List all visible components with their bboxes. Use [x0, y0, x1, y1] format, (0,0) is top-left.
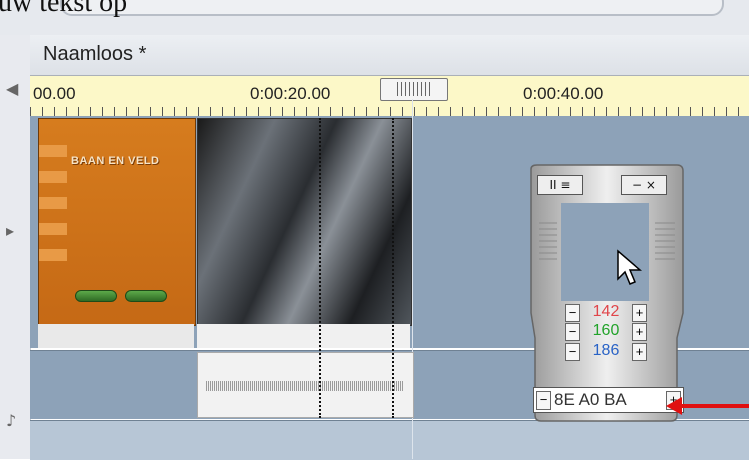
audio-clip[interactable] [197, 352, 414, 418]
title-clip-stripe [39, 249, 67, 261]
blue-channel-row: − 186 + [565, 343, 647, 361]
ruler-ticks [30, 107, 749, 116]
bottom-track[interactable] [30, 420, 749, 460]
title-clip-footer [38, 324, 194, 348]
blue-channel-value[interactable]: 186 [581, 343, 631, 359]
title-clip-stripe [39, 197, 67, 209]
color-preview-swatch [561, 203, 649, 301]
project-tab-bar: Naamloos * [30, 35, 749, 76]
green-channel-value[interactable]: 160 [581, 323, 631, 339]
title-clip-green-button [75, 290, 117, 302]
title-clip-thumbnail[interactable]: BAAN EN VELD [38, 118, 196, 326]
blue-decrease-button[interactable]: − [565, 343, 580, 361]
color-picker-widget[interactable]: II ≡ − × − 142 + − 160 + − 186 + − 8E A0… [525, 163, 690, 425]
red-channel-value[interactable]: 142 [581, 304, 631, 320]
title-clip-stripe [39, 223, 67, 235]
green-decrease-button[interactable]: − [565, 323, 580, 341]
title-clip-text: BAAN EN VELD [71, 155, 160, 167]
project-tab-title[interactable]: Naamloos * [43, 43, 146, 66]
title-clip-stripe [39, 171, 67, 183]
panel-layout-button[interactable]: II ≡ [537, 175, 583, 195]
ruler-label-start: 00.00 [33, 84, 76, 103]
cut-marker [392, 118, 394, 418]
machine-clip-footer [197, 324, 410, 348]
minimize-close-button[interactable]: − × [621, 175, 667, 195]
annotation-arrow-shaft [680, 404, 749, 408]
playhead-grip [397, 82, 431, 96]
audio-track-icon[interactable]: ♪ [6, 411, 16, 430]
caption-text: uw tekst op [0, 0, 128, 18]
hex-color-value: 8E A0 BA [554, 390, 627, 409]
green-increase-button[interactable]: + [632, 323, 647, 341]
red-increase-button[interactable]: + [632, 304, 647, 322]
audio-waveform [206, 381, 404, 391]
track-header-gutter: ◀ ▸ ♪ [0, 35, 31, 459]
top-toolbar-inner [60, 0, 724, 16]
blue-increase-button[interactable]: + [632, 343, 647, 361]
video-track-icon[interactable]: ▸ [6, 221, 14, 240]
red-channel-row: − 142 + [565, 304, 647, 322]
green-channel-row: − 160 + [565, 323, 647, 341]
hex-decrease-button[interactable]: − [536, 391, 551, 410]
red-decrease-button[interactable]: − [565, 304, 580, 322]
machine-video-clip-thumbnail[interactable] [197, 118, 412, 326]
cut-marker [319, 118, 321, 418]
playhead-scrubber[interactable] [380, 78, 448, 101]
mouse-cursor-icon [617, 249, 643, 285]
title-clip-green-button [125, 290, 167, 302]
timeline-collapse-icon[interactable]: ◀ [6, 79, 18, 98]
annotation-arrow-icon [666, 397, 682, 415]
ruler-label-end: 0:00:40.00 [523, 84, 604, 103]
hex-value-field[interactable]: − 8E A0 BA + [533, 387, 684, 413]
title-clip-stripe [39, 145, 67, 157]
ruler-label-mid: 0:00:20.00 [250, 84, 331, 103]
